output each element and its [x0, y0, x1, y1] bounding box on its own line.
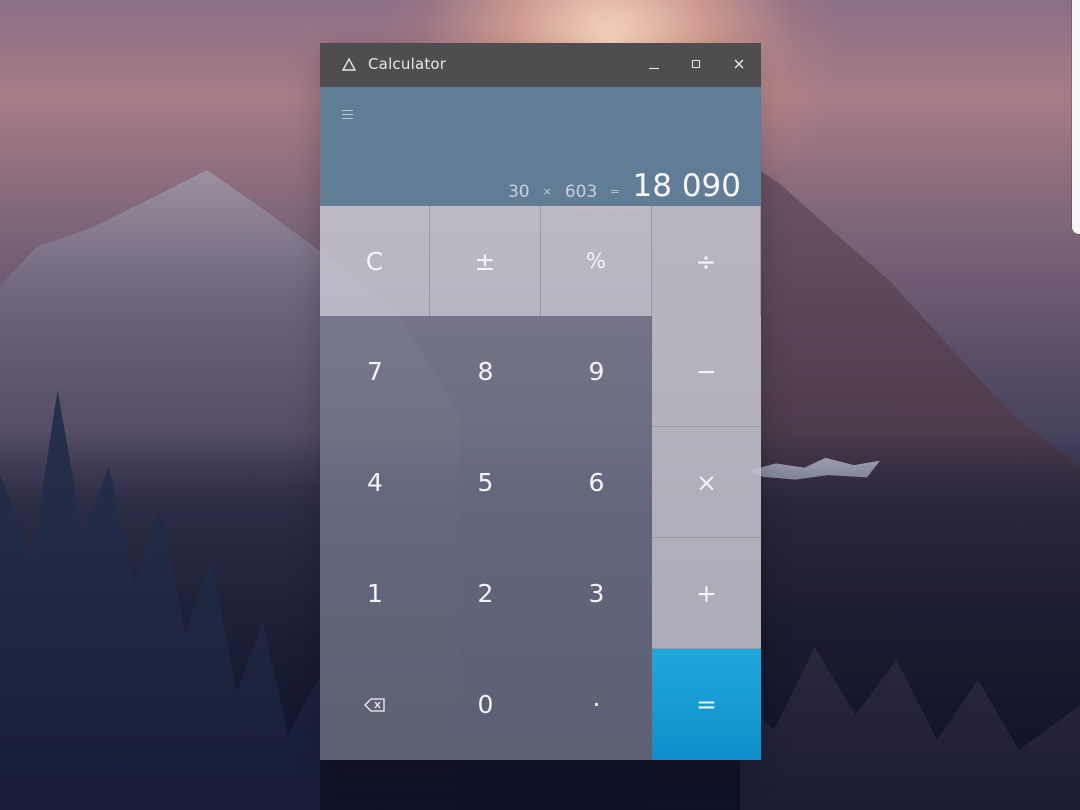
seven-button[interactable]: 7	[320, 316, 430, 427]
screen-edge-panel	[1072, 0, 1080, 234]
divide-button[interactable]: ÷	[652, 206, 761, 316]
one-button[interactable]: 1	[320, 538, 430, 649]
minimize-button[interactable]	[642, 52, 666, 76]
multiply-button[interactable]: ×	[652, 427, 761, 538]
six-button[interactable]: 6	[541, 427, 652, 538]
title-bar[interactable]: Calculator	[320, 43, 761, 87]
equals-sign: =	[610, 185, 620, 198]
clear-button[interactable]: C	[320, 206, 430, 316]
nine-button[interactable]: 9	[541, 316, 652, 427]
operand-2: 603	[564, 182, 598, 202]
equals-button[interactable]: =	[652, 649, 761, 760]
menu-icon[interactable]	[342, 110, 353, 120]
subtract-button[interactable]: −	[652, 316, 761, 427]
eight-button[interactable]: 8	[430, 316, 541, 427]
five-button[interactable]: 5	[430, 427, 541, 538]
close-icon	[734, 59, 744, 69]
window-title: Calculator	[368, 55, 447, 73]
maximize-icon	[692, 60, 700, 68]
percent-button[interactable]: %	[541, 206, 652, 316]
result-value: 18 090	[632, 168, 741, 204]
keypad: C ± % ÷ 7 8 9 − 4 5 6 × 1 2 3 + 0 · =	[320, 206, 761, 760]
backspace-button[interactable]	[320, 649, 430, 760]
expression-line: 30 × 603 = 18 090	[507, 168, 741, 204]
operand-1: 30	[507, 182, 530, 202]
zero-button[interactable]: 0	[430, 649, 541, 760]
minimize-icon	[649, 68, 659, 69]
four-button[interactable]: 4	[320, 427, 430, 538]
calculator-display: 30 × 603 = 18 090	[320, 87, 761, 206]
add-button[interactable]: +	[652, 538, 761, 649]
decimal-button[interactable]: ·	[541, 649, 652, 760]
triangle-icon	[341, 57, 357, 71]
two-button[interactable]: 2	[430, 538, 541, 649]
negate-button[interactable]: ±	[430, 206, 541, 316]
close-button[interactable]	[727, 52, 751, 76]
three-button[interactable]: 3	[541, 538, 652, 649]
operator-sign: ×	[542, 185, 552, 198]
maximize-button[interactable]	[684, 52, 708, 76]
backspace-icon	[364, 697, 385, 712]
calculator-window: Calculator 30 × 603 = 18 090 C ± % ÷ 7 8…	[320, 43, 761, 760]
